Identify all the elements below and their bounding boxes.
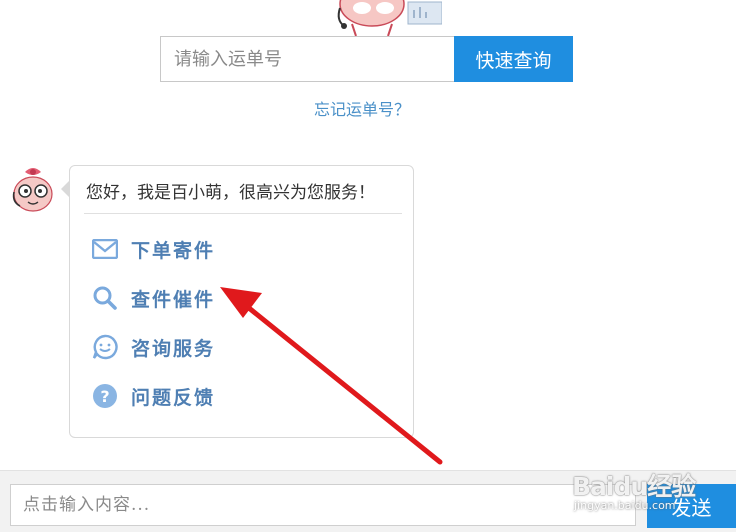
forgot-tracking-number-link[interactable]: 忘记运单号？ — [314, 96, 410, 120]
question-icon: ? — [92, 383, 118, 409]
chat-bubble: 您好，我是百小萌，很高兴为您服务！ 下单寄件 查件催件 咨询服务 ? 问题反馈 — [69, 165, 414, 438]
envelope-icon — [92, 236, 118, 262]
divider — [84, 213, 402, 214]
tracking-search-bar: 快速查询 — [160, 36, 573, 82]
menu-item-label: 查件催件 — [131, 288, 216, 311]
menu-item-feedback[interactable]: ? 问题反馈 — [92, 380, 332, 412]
menu-item-track-package[interactable]: 查件催件 — [92, 282, 332, 314]
menu-item-label: 下单寄件 — [131, 239, 216, 262]
bot-avatar — [8, 162, 58, 214]
mascot-image — [322, 0, 442, 38]
menu-item-place-order[interactable]: 下单寄件 — [92, 233, 332, 265]
tracking-number-input[interactable] — [160, 36, 454, 82]
message-input[interactable] — [10, 484, 636, 526]
svg-text:?: ? — [100, 387, 109, 406]
smile-chat-icon — [92, 334, 118, 360]
search-icon — [92, 285, 118, 311]
quick-search-button[interactable]: 快速查询 — [454, 36, 573, 82]
send-button[interactable]: 发送 — [647, 484, 736, 528]
menu-item-label: 问题反馈 — [131, 386, 216, 409]
bot-greeting: 您好，我是百小萌，很高兴为您服务！ — [86, 183, 375, 203]
menu-item-consult-service[interactable]: 咨询服务 — [92, 331, 332, 363]
message-composer: 发送 — [0, 470, 736, 532]
menu-item-label: 咨询服务 — [131, 337, 216, 360]
